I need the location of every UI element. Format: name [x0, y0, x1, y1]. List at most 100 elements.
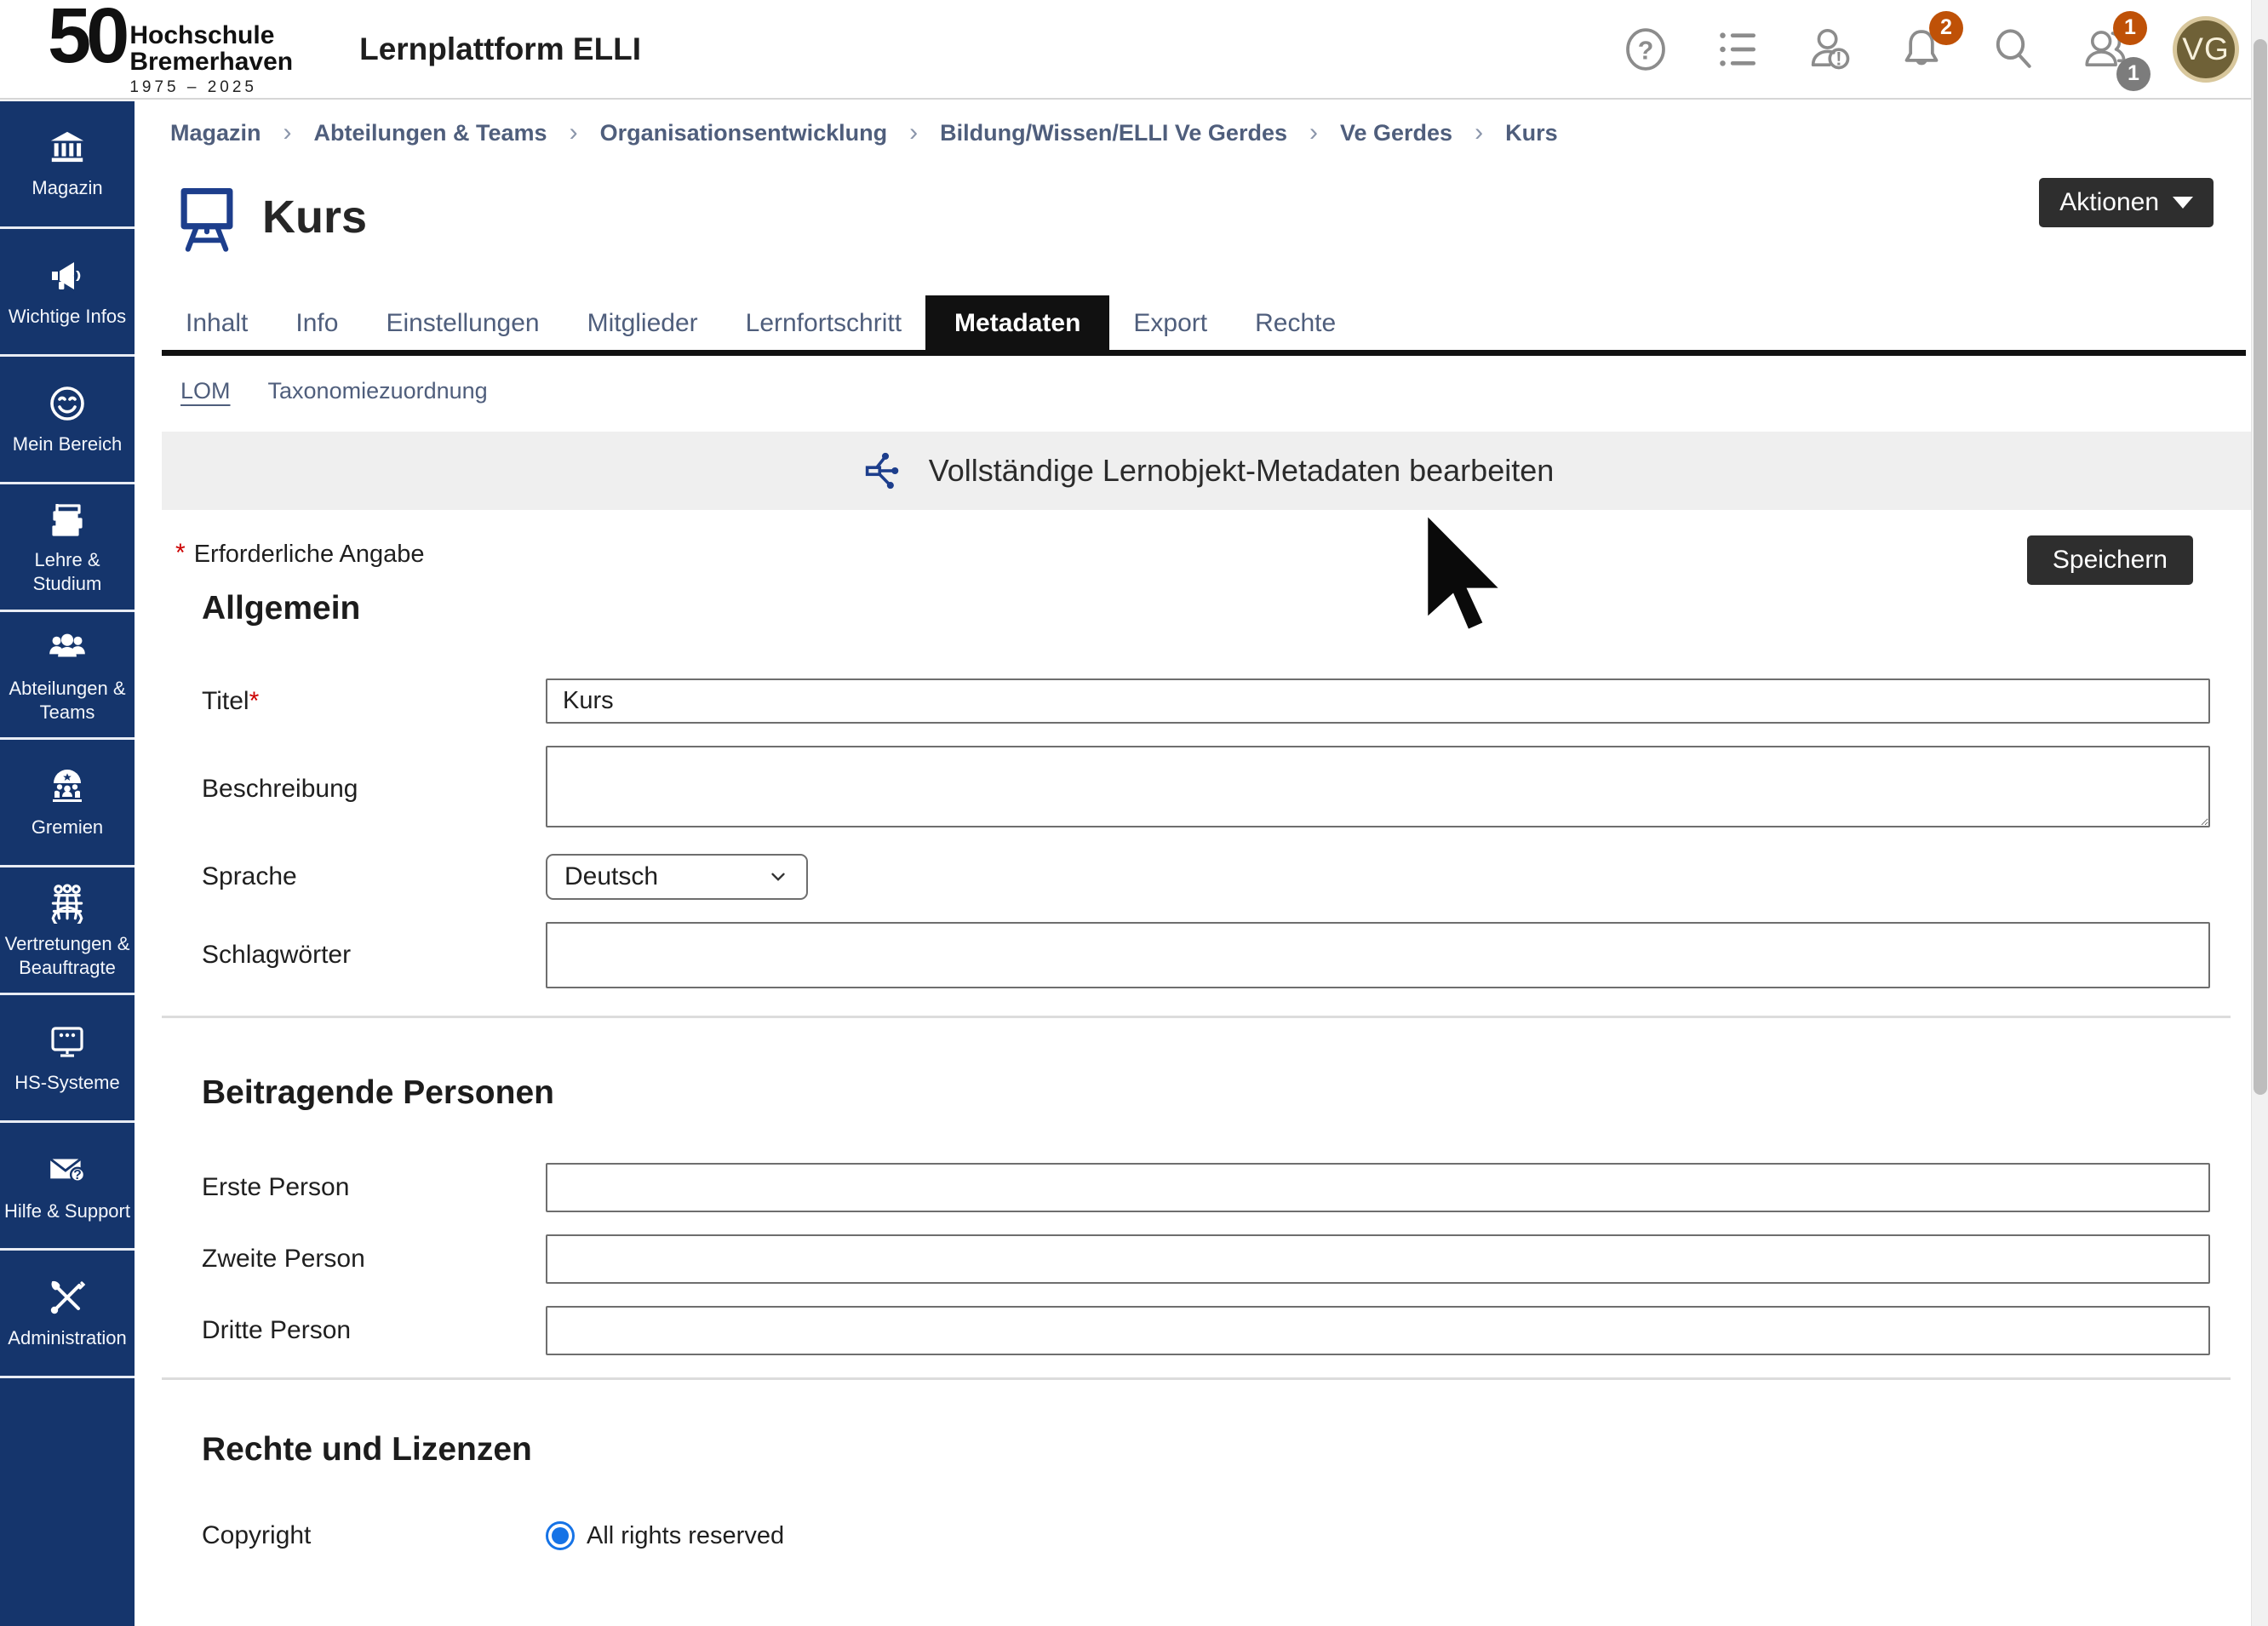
chevron-down-icon	[767, 866, 789, 888]
page-header: Kurs Aktionen	[162, 178, 2234, 256]
section-title-allgemein: Allgemein	[162, 590, 2234, 627]
sidebar-item-hilfe-support[interactable]: ? Hilfe & Support	[0, 1123, 135, 1251]
breadcrumb-item[interactable]: Magazin	[170, 120, 261, 146]
main-content: Magazin › Abteilungen & Teams › Organisa…	[135, 101, 2251, 1626]
field-row-titel: Titel*	[162, 678, 2234, 724]
sidebar-item-label: Abteilungen & Teams	[3, 677, 131, 724]
tab-metadaten[interactable]: Metadaten	[925, 295, 1109, 350]
beschreibung-textarea[interactable]	[546, 746, 2210, 827]
sidebar-item-hs-systeme[interactable]: HS-Systeme	[0, 995, 135, 1123]
scrollbar-thumb[interactable]	[2254, 39, 2267, 1095]
page-title: Kurs	[262, 191, 367, 243]
banner-label: Vollständige Lernobjekt-Metadaten bearbe…	[929, 453, 1555, 489]
breadcrumb-item[interactable]: Ve Gerdes	[1340, 120, 1452, 146]
sidebar-item-label: Vertretungen & Beauftragte	[3, 932, 131, 979]
tab-inhalt[interactable]: Inhalt	[162, 295, 272, 350]
save-button[interactable]: Speichern	[2027, 535, 2193, 585]
field-row-sprache: Sprache Deutsch	[162, 854, 2234, 900]
people-group-icon	[46, 626, 89, 668]
field-row-schlagwoerter: Schlagwörter	[162, 922, 2234, 988]
sprache-select[interactable]: Deutsch	[546, 854, 808, 900]
notifications-bell-icon[interactable]: 2	[1897, 25, 1946, 74]
sprache-label: Sprache	[162, 862, 546, 891]
edit-full-metadata-banner[interactable]: Vollständige Lernobjekt-Metadaten bearbe…	[162, 432, 2254, 510]
user-avatar[interactable]: VG	[2173, 16, 2239, 83]
beschreibung-label: Beschreibung	[162, 775, 546, 804]
breadcrumb: Magazin › Abteilungen & Teams › Organisa…	[162, 101, 2234, 159]
svg-text:!: !	[1836, 48, 1841, 69]
mail-question-icon: ?	[46, 1148, 89, 1191]
tab-export[interactable]: Export	[1109, 295, 1231, 350]
required-hint-row: * Erforderliche Angabe Speichern	[162, 539, 2234, 590]
sidebar-item-lehre-studium[interactable]: Lehre & Studium	[0, 484, 135, 612]
todo-list-icon[interactable]	[1713, 25, 1762, 74]
breadcrumb-item[interactable]: Bildung/Wissen/ELLI Ve Gerdes	[940, 120, 1287, 146]
field-row-erste-person: Erste Person	[162, 1163, 2234, 1212]
contacts-badge-total: 1	[2116, 57, 2151, 91]
bell-badge: 2	[1929, 11, 1963, 45]
sprache-selected-value: Deutsch	[564, 862, 658, 891]
titel-input[interactable]	[546, 678, 2210, 724]
contacts-badge-new: 1	[2113, 11, 2147, 45]
schlagwoerter-input[interactable]	[546, 922, 2210, 988]
breadcrumb-item[interactable]: Kurs	[1505, 120, 1558, 146]
vertical-scrollbar[interactable]	[2251, 0, 2268, 1626]
tab-einstellungen[interactable]: Einstellungen	[362, 295, 563, 350]
copyright-radio[interactable]	[546, 1521, 575, 1550]
sub-tab-bar: LOM Taxonomiezuordnung	[162, 378, 2234, 404]
erste-person-label: Erste Person	[162, 1173, 546, 1202]
field-row-copyright: Copyright All rights reserved	[162, 1521, 2234, 1550]
zweite-person-label: Zweite Person	[162, 1245, 546, 1274]
awareness-person-icon[interactable]: !	[1805, 25, 1854, 74]
sidebar-item-label: Magazin	[32, 176, 102, 200]
sidebar-item-gremien[interactable]: Gremien	[0, 740, 135, 867]
tab-bar: Inhalt Info Einstellungen Mitglieder Ler…	[162, 295, 2246, 356]
sidebar-item-magazin[interactable]: Magazin	[0, 101, 135, 229]
field-row-beschreibung: Beschreibung	[162, 746, 2234, 832]
contacts-icon[interactable]: 1 1	[2081, 25, 2130, 74]
tab-rechte[interactable]: Rechte	[1231, 295, 1360, 350]
erste-person-input[interactable]	[546, 1163, 2210, 1212]
top-header: 50 Hochschule Bremerhaven 1975 – 2025 Le…	[0, 0, 2268, 100]
subtab-taxonomiezuordnung[interactable]: Taxonomiezuordnung	[268, 378, 488, 404]
tab-info[interactable]: Info	[272, 295, 362, 350]
sidebar-item-label: Hilfe & Support	[4, 1199, 130, 1223]
tab-mitglieder[interactable]: Mitglieder	[564, 295, 722, 350]
tab-lernfortschritt[interactable]: Lernfortschritt	[722, 295, 925, 350]
breadcrumb-separator-icon: ›	[570, 118, 578, 147]
logo-50-mark: 50	[48, 1, 124, 72]
sidebar-item-label: HS-Systeme	[14, 1071, 119, 1095]
zweite-person-input[interactable]	[546, 1234, 2210, 1284]
sidebar-item-mein-bereich[interactable]: Mein Bereich	[0, 357, 135, 484]
actions-button[interactable]: Aktionen	[2039, 178, 2214, 227]
help-icon[interactable]: ?	[1621, 25, 1670, 74]
logo-years: 1975 – 2025	[129, 78, 293, 97]
books-icon	[47, 499, 88, 540]
sidebar-item-vertretungen[interactable]: Vertretungen & Beauftragte	[0, 867, 135, 995]
university-logo[interactable]: 50 Hochschule Bremerhaven 1975 – 2025	[48, 1, 293, 97]
subtab-lom[interactable]: LOM	[180, 378, 231, 404]
sidebar-item-wichtige-infos[interactable]: Wichtige Infos	[0, 229, 135, 357]
schlagwoerter-label: Schlagwörter	[162, 941, 546, 970]
logo-line-2: Bremerhaven	[129, 49, 293, 76]
course-easel-icon	[170, 178, 243, 256]
required-asterisk: *	[249, 687, 260, 715]
breadcrumb-item[interactable]: Organisationsentwicklung	[600, 120, 888, 146]
breadcrumb-item[interactable]: Abteilungen & Teams	[314, 120, 547, 146]
sidebar-item-label: Mein Bereich	[13, 432, 122, 456]
logo-line-1: Hochschule	[129, 23, 293, 49]
monitor-icon	[47, 1022, 88, 1062]
sidebar-item-label: Administration	[8, 1326, 126, 1350]
required-hint: Erforderliche Angabe	[194, 539, 425, 569]
committee-icon	[47, 766, 88, 807]
bank-icon	[48, 129, 87, 168]
sidebar-item-abteilungen-teams[interactable]: Abteilungen & Teams	[0, 612, 135, 740]
sidebar-item-administration[interactable]: Administration	[0, 1251, 135, 1378]
dritte-person-label: Dritte Person	[162, 1316, 546, 1345]
copyright-option-row: All rights reserved	[546, 1521, 2210, 1550]
field-row-dritte-person: Dritte Person	[162, 1306, 2234, 1355]
dritte-person-input[interactable]	[546, 1306, 2210, 1355]
section-title-beitragende: Beitragende Personen	[162, 1074, 2234, 1112]
search-icon[interactable]	[1989, 25, 2038, 74]
sidebar-item-label: Gremien	[32, 816, 103, 839]
